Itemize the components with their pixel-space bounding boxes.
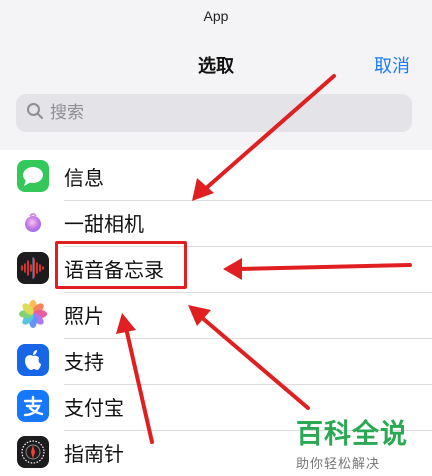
search-input[interactable] [50, 103, 390, 123]
watermark-subtitle: 助你轻松解决 [296, 456, 381, 471]
voice-memos-icon [17, 252, 49, 284]
list-item-support[interactable]: 支持 [0, 337, 432, 383]
search-bar[interactable] [16, 94, 412, 132]
watermark-title: 百科全说 [296, 419, 408, 449]
list-item-label: 照片 [64, 305, 104, 328]
apple-support-icon [17, 344, 49, 376]
list-item-label: 支持 [64, 351, 104, 374]
list-item-label: 信息 [64, 167, 104, 190]
app-title-label: App [203, 8, 229, 24]
cancel-button[interactable]: 取消 [374, 52, 410, 78]
highlight-box [55, 241, 187, 289]
search-icon [26, 102, 44, 125]
sheet-title: 选取 [198, 56, 234, 76]
list-item-messages[interactable]: 信息 [0, 153, 432, 199]
list-item-photos[interactable]: 照片 [0, 291, 432, 337]
list-item-label: 指南针 [64, 443, 124, 466]
messages-icon [17, 160, 49, 192]
compass-icon [17, 436, 49, 468]
list-item-label: 支付宝 [64, 397, 124, 420]
photos-icon [17, 298, 49, 330]
list-item-camera-app[interactable]: 一甜相机 [0, 199, 432, 245]
list-item-label: 一甜相机 [64, 213, 144, 236]
camera-app-icon [17, 206, 49, 238]
picker-header: App 选取 取消 [0, 0, 432, 150]
alipay-icon [17, 390, 49, 422]
watermark: 百科全说 助你轻松解决 [296, 412, 426, 472]
